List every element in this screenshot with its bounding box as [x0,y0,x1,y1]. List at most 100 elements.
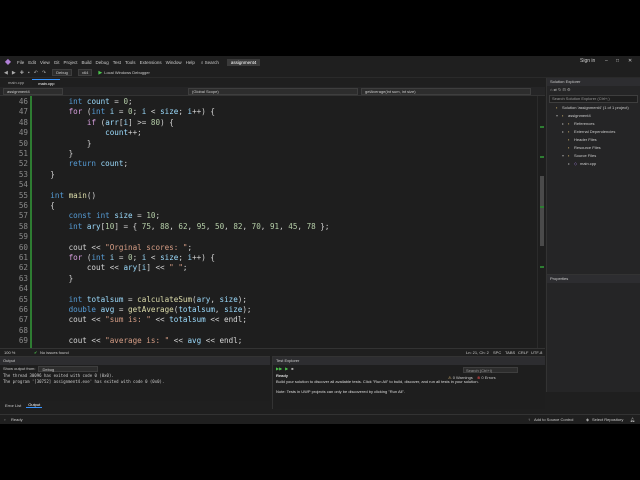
code-line[interactable]: 48 if (arr[i] >= 80) { [0,118,540,128]
cancel-icon[interactable]: ■ [291,365,293,373]
tree-item[interactable]: ▪ Header Files [547,136,640,144]
notifications-icon[interactable]: 🔔︎ [630,417,635,422]
search-label: Search [204,59,219,65]
code-line[interactable]: 56 { [0,201,540,211]
menu-extensions[interactable]: Extensions [140,60,162,65]
code-line[interactable]: 58 int ary[10] = { 75, 88, 62, 95, 50, 8… [0,222,540,232]
tree-item[interactable]: ▪ Resource Files [547,144,640,152]
code-line[interactable]: 62 cout << ary[i] << " "; [0,263,540,273]
tab-main-cpp[interactable]: main.cpp [32,79,61,87]
code-line[interactable]: 65 int totalsum = calculateSum(ary, size… [0,295,540,305]
code-line[interactable]: 61 for (int i = 0; i < size; i++) { [0,253,540,263]
line-ending[interactable]: CRLF [518,350,528,355]
editor-scroll-thumb[interactable] [540,176,544,246]
redo-icon[interactable]: ↷ [42,70,46,76]
sign-in-link[interactable]: Sign in [580,58,595,64]
line-number: 64 [18,284,28,294]
forward-icon[interactable]: ▶ [12,70,16,76]
save-icon[interactable]: ▪ [28,70,30,76]
menu-bar: ◆ File Edit View Git Project Build Debug… [0,56,640,68]
run-all-icon[interactable]: ▶▶ [276,365,282,373]
tabs-mode[interactable]: TABS [505,350,515,355]
tree-item[interactable]: ▸ ▪ External Dependencies [547,128,640,136]
code-line[interactable]: 63 } [0,274,540,284]
scope-dropdown[interactable]: (Global Scope) [188,87,358,95]
test-search-input[interactable]: Search (Ctrl+I) [463,367,518,373]
new-item-icon[interactable]: ✚ [20,70,24,76]
code-editor[interactable]: 46 int count = 0; 47 for (int i = 0; i < … [0,96,545,348]
visual-studio-logo-icon: ◆ [4,57,12,66]
tree-item[interactable]: ▾ ▪ assignment4 [547,112,640,120]
code-line[interactable]: 64 [0,284,540,294]
menu-file[interactable]: File [17,60,24,65]
start-debugging-button[interactable]: Local Windows Debugger [104,70,150,75]
menu-build[interactable]: Build [82,60,92,65]
code-line[interactable]: 47 for (int i = 0; i < size; i++) { [0,107,540,117]
search-box[interactable]: ⌕ Search [201,60,219,65]
maximize-icon[interactable]: □ [616,58,619,64]
refresh-icon[interactable]: ↻ [558,87,561,92]
tab-main-cpp-preview[interactable]: main.cpp [2,79,30,87]
menu-git[interactable]: Git [54,60,60,65]
menu-project[interactable]: Project [63,60,77,65]
tree-item[interactable]: ▪ Solution 'assignment4' (1 of 1 project) [547,104,640,112]
menu-view[interactable]: View [40,60,50,65]
back-icon[interactable]: ◀ [4,70,8,76]
code-line[interactable]: 66 double avg = getAverage(totalsum, siz… [0,305,540,315]
platform-dropdown[interactable]: x64 [77,69,93,76]
menu-debug[interactable]: Debug [96,60,109,65]
solution-search-input[interactable]: Search Solution Explorer (Ctrl+;) [549,95,638,103]
code-text: return count; [68,159,129,169]
code-line[interactable]: 68 [0,326,540,336]
issues-status[interactable]: No issues found [40,350,69,355]
line-number: 61 [18,253,28,262]
code-line[interactable]: 60 cout << "Orginal scores: "; [0,243,540,253]
code-line[interactable]: 49 count++; [0,128,540,138]
sync-icon[interactable]: ⇄ [554,87,557,92]
undo-icon[interactable]: ↶ [34,70,38,76]
menu-window[interactable]: Window [166,60,182,65]
collapse-all-icon[interactable]: ⊟ [563,87,566,92]
code-line[interactable]: 67 cout << "sum is: " << totalsum << end… [0,315,540,325]
tab-output[interactable]: Output [26,402,43,408]
add-to-source-control-button[interactable]: Add to Source Control [534,417,573,422]
visual-studio-window: ◆ File Edit View Git Project Build Debug… [0,56,640,424]
zoom-level[interactable]: 100 % [4,350,15,355]
menu-test[interactable]: Test [113,60,121,65]
code-line[interactable]: 59 [0,232,540,242]
minimize-icon[interactable]: – [605,58,608,64]
code-text: cout << ary[i] << " "; [32,263,188,273]
code-line[interactable]: 55 int main() [0,191,540,201]
output-source-dropdown[interactable]: Debug [38,366,99,372]
select-repository-button[interactable]: Select Repository [592,417,623,422]
code-line[interactable]: 57 const int size = 10; [0,211,540,221]
errors-count[interactable]: 0 Errors [481,375,495,380]
tree-item[interactable]: ▸ ▪ References [547,120,640,128]
code-text: cout << "average is: " << avg << endl; [32,336,243,346]
start-debugging-icon[interactable]: ▶ [98,70,102,76]
file-encoding[interactable]: UTF-8 [531,350,542,355]
project-dropdown[interactable]: assignment4 [3,87,63,95]
tab-error-list[interactable]: Error List [3,403,23,408]
code-line[interactable]: 50 } [0,139,540,149]
tree-item[interactable]: ▾ ▪ Source Files [547,152,640,160]
menu-help[interactable]: Help [186,60,195,65]
editor-scrollbar[interactable] [537,96,545,348]
member-dropdown[interactable]: getAverage(int sum, int size) [361,87,531,95]
close-icon[interactable]: ✕ [628,58,632,64]
home-icon[interactable]: ⌂ [550,87,552,92]
whitespace-mode[interactable]: SPC [493,350,501,355]
code-line[interactable]: 51 } [0,149,540,159]
settings-icon[interactable]: ⚙ [567,87,571,92]
configuration-dropdown[interactable]: Debug [52,69,72,76]
code-line[interactable]: 69 cout << "average is: " << avg << endl… [0,336,540,346]
run-icon[interactable]: ▶ [285,365,288,373]
warnings-count[interactable]: 0 Warnings [453,375,473,380]
code-line[interactable]: 54 [0,180,540,190]
tree-item[interactable]: ▸ ◇ main.cpp [547,160,640,168]
code-line[interactable]: 53 } [0,170,540,180]
code-line[interactable]: 46 int count = 0; [0,97,540,107]
menu-edit[interactable]: Edit [28,60,36,65]
menu-tools[interactable]: Tools [125,60,136,65]
code-line[interactable]: 52 return count; [0,159,540,169]
